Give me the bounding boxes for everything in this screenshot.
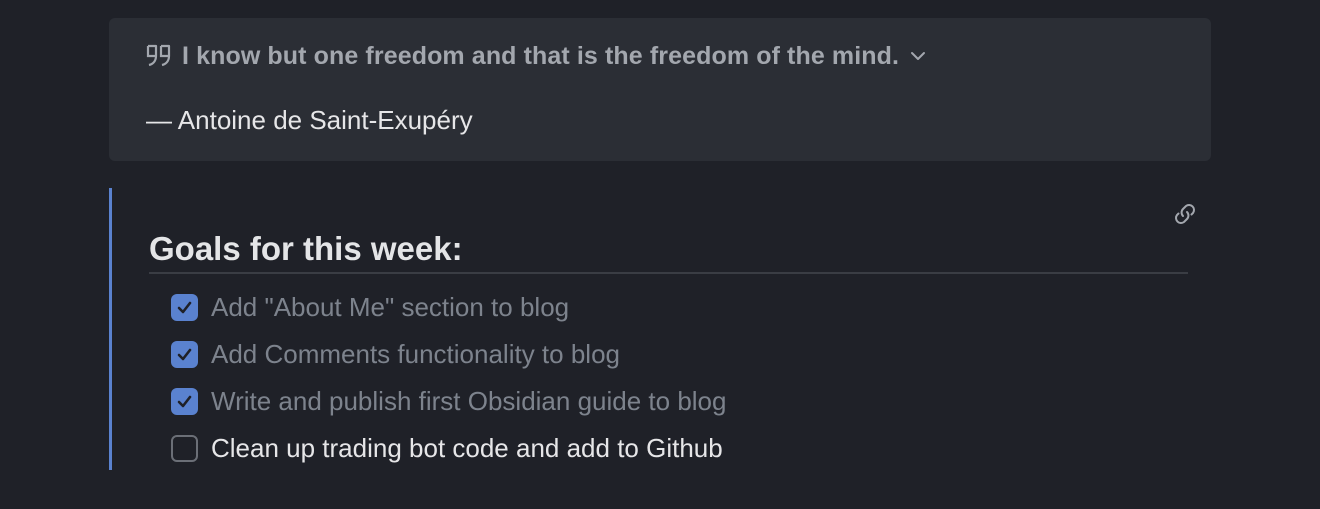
chevron-down-icon[interactable] xyxy=(907,45,929,67)
heading-text: Goals for this week: xyxy=(149,230,463,267)
link-icon[interactable] xyxy=(1171,200,1199,228)
task-item: Write and publish first Obsidian guide t… xyxy=(171,378,726,425)
task-checkbox[interactable] xyxy=(171,294,198,321)
task-label: Add Comments functionality to blog xyxy=(211,339,620,369)
goals-section: Goals for this week: Add "About Me" sect… xyxy=(109,188,1211,470)
task-checkbox[interactable] xyxy=(171,341,198,368)
goals-heading: Goals for this week: xyxy=(149,228,1188,274)
quote-callout: I know but one freedom and that is the f… xyxy=(109,18,1211,161)
quote-icon xyxy=(146,43,174,69)
task-item: Add "About Me" section to blog xyxy=(171,284,726,331)
task-label: Add "About Me" section to blog xyxy=(211,292,570,322)
task-label: Clean up trading bot code and add to Git… xyxy=(211,433,723,463)
task-item: Add Comments functionality to blog xyxy=(171,331,726,378)
task-checkbox[interactable] xyxy=(171,435,198,462)
task-label: Write and publish first Obsidian guide t… xyxy=(211,386,727,416)
callout-title[interactable]: I know but one freedom and that is the f… xyxy=(146,40,929,72)
quote-author: — Antoine de Saint-Exupéry xyxy=(146,105,473,135)
task-list: Add "About Me" section to blog Add Comme… xyxy=(171,284,726,472)
task-item: Clean up trading bot code and add to Git… xyxy=(171,425,726,472)
task-checkbox[interactable] xyxy=(171,388,198,415)
indentation-guide xyxy=(109,188,112,470)
quote-text: I know but one freedom and that is the f… xyxy=(182,41,900,70)
